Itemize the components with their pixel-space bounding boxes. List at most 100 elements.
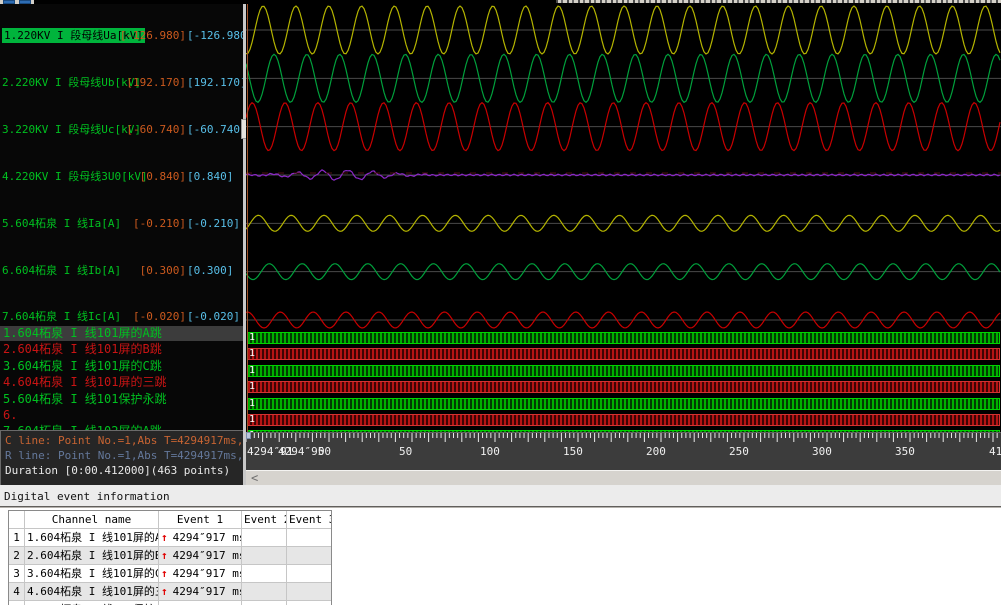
- cursor-value: [0.300]: [140, 263, 186, 278]
- analog-channel-row[interactable]: 2.220KV I 段母线Ub[kV][192.170][192.170]: [0, 75, 243, 90]
- header-cell: Channel name: [24, 511, 158, 528]
- event3-cell: [286, 547, 331, 564]
- row-number-cell: 2: [9, 547, 24, 564]
- digital-state-value: 1: [249, 381, 255, 393]
- cursor-status-bar: C line: Point No.=1,Abs T=4294917ms, Rel…: [0, 430, 243, 485]
- event1-time: 4294″917 ms: [173, 531, 241, 544]
- digital-channel-row[interactable]: 1.604柘泉 I 线101屏的A跳: [0, 326, 243, 341]
- digital-channel-label[interactable]: 1.604柘泉 I 线101屏的A跳: [3, 326, 162, 341]
- waveform-panel: 1111111 4294″914294″95005010015020025030…: [246, 4, 1001, 485]
- analog-channel-row[interactable]: 5.604柘泉 I 线Ia[A][-0.210][-0.210]: [0, 216, 243, 231]
- analog-channel-row[interactable]: 6.604柘泉 I 线Ib[A][0.300][0.300]: [0, 263, 243, 278]
- event1-time: 4294″917 ms: [173, 549, 241, 562]
- digital-state-bar: 1: [248, 365, 1000, 377]
- event1-cell: ↑ 4294″917 ms: [158, 529, 241, 546]
- digital-event-section: Digital event information Channel nameEv…: [0, 485, 1001, 605]
- digital-state-bar: 1: [248, 398, 1000, 410]
- digital-channel-row[interactable]: 4.604柘泉 I 线101屏的三跳: [0, 375, 243, 390]
- header-cell: Event 3: [286, 511, 331, 528]
- event1-cell: ↑ 4294″917 ms: [158, 547, 241, 564]
- axis-tick-label: 300: [812, 445, 832, 458]
- analog-channel-row[interactable]: 1.220KV I 段母线Ua[kV][-126.980][-126.980]: [0, 28, 243, 43]
- header-cell: Event 1: [158, 511, 241, 528]
- rising-edge-arrow-icon: ↑: [161, 531, 168, 544]
- digital-state-bar: 1: [248, 332, 1000, 344]
- event2-cell: [241, 601, 286, 605]
- event3-cell: [286, 583, 331, 600]
- analog-channel-label[interactable]: 2.220KV I 段母线Ub[kV]: [2, 75, 141, 90]
- cursor-value: [-60.740]: [126, 122, 186, 137]
- time-axis-ticks: [246, 433, 1001, 444]
- event3-cell: [286, 529, 331, 546]
- event3-cell: [286, 565, 331, 582]
- digital-channel-row[interactable]: 2.604柘泉 I 线101屏的B跳: [0, 342, 243, 357]
- cursor-value: [-0.020]: [133, 309, 186, 324]
- analog-channel-row[interactable]: 7.604柘泉 I 线Ic[A] [-0.020][-0.020]: [0, 309, 243, 324]
- digital-state-bar: 1: [248, 414, 1000, 426]
- analog-channel-label[interactable]: 5.604柘泉 I 线Ia[A]: [2, 216, 121, 231]
- event-table-row[interactable]: 11.604柘泉 I 线101屏的A跳↑4294″917 ms: [9, 528, 331, 546]
- axis-tick-label: 150: [563, 445, 583, 458]
- section-title: Digital event information: [4, 490, 170, 503]
- row-number-cell: 3: [9, 565, 24, 582]
- event2-cell: [241, 565, 286, 582]
- axis-tick-label: 50: [399, 445, 412, 458]
- channel-list-panel: 1.220KV I 段母线Ua[kV][-126.980][-126.980] 2…: [0, 4, 243, 485]
- time-axis[interactable]: 4294″914294″950050100150200250300350410: [246, 432, 1001, 470]
- clipped-title-text: [556, 0, 1001, 3]
- digital-channel-row[interactable]: 5.604柘泉 I 线101保护永跳: [0, 392, 243, 407]
- c-line-status: C line: Point No.=1,Abs T=4294917ms, Rel…: [5, 434, 243, 447]
- r-cursor-value: [192.170]: [187, 75, 243, 90]
- r-cursor-value: [-0.020]: [187, 309, 240, 324]
- channel-name-cell: 4.604柘泉 I 线101屏的三跳: [24, 583, 158, 600]
- digital-state-value: 1: [249, 332, 255, 344]
- analog-waveform-area[interactable]: [246, 4, 1001, 330]
- event-table-panel: Channel nameEvent 1Event 2Event 311.604柘…: [0, 506, 1001, 605]
- rising-edge-arrow-icon: ↑: [161, 567, 168, 580]
- digital-state-bar: 1: [248, 381, 1000, 393]
- event-table-row[interactable]: 44.604柘泉 I 线101屏的三跳↑4294″917 ms: [9, 582, 331, 600]
- digital-channel-label[interactable]: 2.604柘泉 I 线101屏的B跳: [3, 342, 162, 357]
- analog-channel-label[interactable]: 7.604柘泉 I 线Ic[A]: [2, 309, 121, 324]
- scroll-left-arrow[interactable]: <: [251, 471, 258, 485]
- rising-edge-arrow-icon: ↑: [161, 549, 168, 562]
- cursor-value: [-126.980]: [120, 28, 186, 43]
- axis-tick-label: 0: [318, 445, 325, 458]
- row-number-cell: 5: [9, 601, 24, 605]
- analog-channel-row[interactable]: 4.220KV I 段母线3U0[kV][0.840][0.840]: [0, 169, 243, 184]
- axis-tick-label: 350: [895, 445, 915, 458]
- digital-state-value: 1: [249, 414, 255, 426]
- digital-waveform-area[interactable]: 1111111: [246, 330, 1001, 432]
- cursor-value: [192.170]: [126, 75, 186, 90]
- digital-channel-label[interactable]: 6.: [3, 408, 17, 423]
- rising-edge-arrow-icon: ↑: [161, 585, 168, 598]
- event-table-row[interactable]: 22.604柘泉 I 线101屏的B跳↑ 4294″917 ms: [9, 546, 331, 564]
- axis-cursor-marker[interactable]: [246, 432, 251, 439]
- event1-cell: ↑ 4294″917 ms: [158, 565, 241, 582]
- digital-state-value: 1: [249, 398, 255, 410]
- channel-name-cell: 2.604柘泉 I 线101屏的B跳: [24, 547, 158, 564]
- event-table-header: Channel nameEvent 1Event 2Event 3: [9, 511, 331, 528]
- event1-time: 4294″917 ms: [173, 567, 241, 580]
- axis-tick-label: 200: [646, 445, 666, 458]
- digital-channel-label[interactable]: 3.604柘泉 I 线101屏的C跳: [3, 359, 162, 374]
- cursor-value: [-0.210]: [133, 216, 186, 231]
- analog-channel-label[interactable]: 6.604柘泉 I 线Ib[A]: [2, 263, 121, 278]
- c-cursor-line[interactable]: [247, 4, 248, 432]
- digital-channel-row[interactable]: 6.: [0, 408, 243, 423]
- axis-tick-label: 250: [729, 445, 749, 458]
- event-table-row[interactable]: 33.604柘泉 I 线101屏的C跳↑4294″917 ms: [9, 564, 331, 582]
- cursor-value: [0.840]: [140, 169, 186, 184]
- analog-channel-label[interactable]: 3.220KV I 段母线Uc[kV]: [2, 122, 141, 137]
- fault-record-viewer-window: 1.220KV I 段母线Ua[kV][-126.980][-126.980] 2…: [0, 0, 1001, 605]
- digital-channel-row[interactable]: 3.604柘泉 I 线101屏的C跳: [0, 359, 243, 374]
- digital-channel-label[interactable]: 4.604柘泉 I 线101屏的三跳: [3, 375, 166, 390]
- axis-tick-label: 100: [480, 445, 500, 458]
- r-cursor-value: [-126.980]: [187, 28, 243, 43]
- analog-channel-row[interactable]: 3.220KV I 段母线Uc[kV][-60.740][-60.740]: [0, 122, 243, 137]
- horizontal-scrollbar[interactable]: <: [246, 470, 1001, 485]
- digital-channel-label[interactable]: 5.604柘泉 I 线101保护永跳: [3, 392, 166, 407]
- event-table-row[interactable]: 55.604柘泉 I 线101保护永跳↑4294″917 ms: [9, 600, 331, 605]
- analog-channel-label[interactable]: 4.220KV I 段母线3U0[kV]: [2, 169, 148, 184]
- channel-name-cell: 5.604柘泉 I 线101保护永跳: [24, 601, 158, 605]
